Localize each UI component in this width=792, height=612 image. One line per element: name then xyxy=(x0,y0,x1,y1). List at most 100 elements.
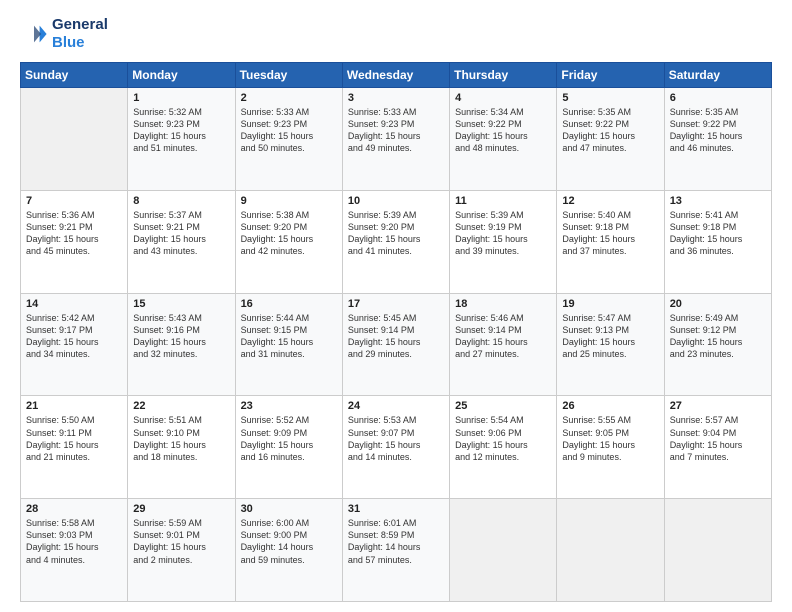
day-number: 19 xyxy=(562,298,658,310)
cell-content: Sunrise: 5:57 AM Sunset: 9:04 PM Dayligh… xyxy=(670,414,766,463)
calendar-cell xyxy=(450,499,557,602)
day-number: 11 xyxy=(455,195,551,207)
cell-content: Sunrise: 5:52 AM Sunset: 9:09 PM Dayligh… xyxy=(241,414,337,463)
day-number: 9 xyxy=(241,195,337,207)
calendar-cell: 7Sunrise: 5:36 AM Sunset: 9:21 PM Daylig… xyxy=(21,190,128,293)
day-number: 13 xyxy=(670,195,766,207)
calendar-week-row: 1 Sunrise: 5:32 AM Sunset: 9:23 PM Daylig… xyxy=(21,88,772,191)
calendar-cell xyxy=(664,499,771,602)
day-number: 1 xyxy=(133,92,229,104)
logo-text: General Blue xyxy=(52,16,108,52)
cell-content: Sunrise: 5:38 AM Sunset: 9:20 PM Dayligh… xyxy=(241,209,337,258)
day-of-week-header: Friday xyxy=(557,63,664,88)
cell-content: Sunrise: 5:44 AM Sunset: 9:15 PM Dayligh… xyxy=(241,312,337,361)
calendar-cell: 8Sunrise: 5:37 AM Sunset: 9:21 PM Daylig… xyxy=(128,190,235,293)
day-number: 14 xyxy=(26,298,122,310)
day-of-week-header: Tuesday xyxy=(235,63,342,88)
calendar-week-row: 21Sunrise: 5:50 AM Sunset: 9:11 PM Dayli… xyxy=(21,396,772,499)
day-number: 6 xyxy=(670,92,766,104)
cell-content: Sunrise: 5:54 AM Sunset: 9:06 PM Dayligh… xyxy=(455,414,551,463)
cell-content: Sunrise: 5:35 AM Sunset: 9:22 PM Dayligh… xyxy=(670,106,766,155)
cell-content: Sunrise: 5:53 AM Sunset: 9:07 PM Dayligh… xyxy=(348,414,444,463)
calendar-cell: 24 Sunrise: 5:53 AM Sunset: 9:07 PM Dayli… xyxy=(342,396,449,499)
calendar-week-row: 28 Sunrise: 5:58 AM Sunset: 9:03 PM Dayli… xyxy=(21,499,772,602)
header: General Blue xyxy=(20,16,772,52)
calendar-cell: 22 Sunrise: 5:51 AM Sunset: 9:10 PM Dayli… xyxy=(128,396,235,499)
cell-content: Sunrise: 5:34 AM Sunset: 9:22 PM Dayligh… xyxy=(455,106,551,155)
day-number: 30 xyxy=(241,503,337,515)
day-number: 15 xyxy=(133,298,229,310)
cell-content: Sunrise: 5:41 AM Sunset: 9:18 PM Dayligh… xyxy=(670,209,766,258)
day-number: 24 xyxy=(348,400,444,412)
day-number: 8 xyxy=(133,195,229,207)
calendar-cell: 3 Sunrise: 5:33 AM Sunset: 9:23 PM Daylig… xyxy=(342,88,449,191)
calendar-table: SundayMondayTuesdayWednesdayThursdayFrid… xyxy=(20,62,772,602)
day-number: 10 xyxy=(348,195,444,207)
day-number: 31 xyxy=(348,503,444,515)
calendar-cell: 26Sunrise: 5:55 AM Sunset: 9:05 PM Dayli… xyxy=(557,396,664,499)
calendar-cell xyxy=(21,88,128,191)
day-number: 18 xyxy=(455,298,551,310)
page: General Blue SundayMondayTuesdayWednesda… xyxy=(0,0,792,612)
cell-content: Sunrise: 5:43 AM Sunset: 9:16 PM Dayligh… xyxy=(133,312,229,361)
day-number: 27 xyxy=(670,400,766,412)
calendar-cell xyxy=(557,499,664,602)
cell-content: Sunrise: 6:00 AM Sunset: 9:00 PM Dayligh… xyxy=(241,517,337,566)
calendar-cell: 2Sunrise: 5:33 AM Sunset: 9:23 PM Daylig… xyxy=(235,88,342,191)
logo-icon xyxy=(20,20,48,48)
day-of-week-header: Monday xyxy=(128,63,235,88)
cell-content: Sunrise: 6:01 AM Sunset: 8:59 PM Dayligh… xyxy=(348,517,444,566)
calendar-cell: 13 Sunrise: 5:41 AM Sunset: 9:18 PM Dayli… xyxy=(664,190,771,293)
calendar-week-row: 7Sunrise: 5:36 AM Sunset: 9:21 PM Daylig… xyxy=(21,190,772,293)
calendar-cell: 14 Sunrise: 5:42 AM Sunset: 9:17 PM Dayli… xyxy=(21,293,128,396)
day-number: 3 xyxy=(348,92,444,104)
cell-content: Sunrise: 5:49 AM Sunset: 9:12 PM Dayligh… xyxy=(670,312,766,361)
cell-content: Sunrise: 5:33 AM Sunset: 9:23 PM Dayligh… xyxy=(241,106,337,155)
day-number: 20 xyxy=(670,298,766,310)
cell-content: Sunrise: 5:39 AM Sunset: 9:19 PM Dayligh… xyxy=(455,209,551,258)
day-number: 5 xyxy=(562,92,658,104)
day-number: 25 xyxy=(455,400,551,412)
day-number: 7 xyxy=(26,195,122,207)
calendar-cell: 30 Sunrise: 6:00 AM Sunset: 9:00 PM Dayli… xyxy=(235,499,342,602)
calendar-cell: 11 Sunrise: 5:39 AM Sunset: 9:19 PM Dayli… xyxy=(450,190,557,293)
calendar-cell: 10Sunrise: 5:39 AM Sunset: 9:20 PM Dayli… xyxy=(342,190,449,293)
calendar-week-row: 14 Sunrise: 5:42 AM Sunset: 9:17 PM Dayli… xyxy=(21,293,772,396)
day-number: 12 xyxy=(562,195,658,207)
calendar-cell: 1 Sunrise: 5:32 AM Sunset: 9:23 PM Daylig… xyxy=(128,88,235,191)
cell-content: Sunrise: 5:40 AM Sunset: 9:18 PM Dayligh… xyxy=(562,209,658,258)
day-of-week-header: Thursday xyxy=(450,63,557,88)
calendar-cell: 17 Sunrise: 5:45 AM Sunset: 9:14 PM Dayli… xyxy=(342,293,449,396)
cell-content: Sunrise: 5:42 AM Sunset: 9:17 PM Dayligh… xyxy=(26,312,122,361)
calendar-cell: 31 Sunrise: 6:01 AM Sunset: 8:59 PM Dayli… xyxy=(342,499,449,602)
calendar-cell: 21Sunrise: 5:50 AM Sunset: 9:11 PM Dayli… xyxy=(21,396,128,499)
calendar-cell: 16Sunrise: 5:44 AM Sunset: 9:15 PM Dayli… xyxy=(235,293,342,396)
day-number: 28 xyxy=(26,503,122,515)
calendar-cell: 28 Sunrise: 5:58 AM Sunset: 9:03 PM Dayli… xyxy=(21,499,128,602)
calendar-cell: 15 Sunrise: 5:43 AM Sunset: 9:16 PM Dayli… xyxy=(128,293,235,396)
calendar-header-row: SundayMondayTuesdayWednesdayThursdayFrid… xyxy=(21,63,772,88)
calendar-cell: 23 Sunrise: 5:52 AM Sunset: 9:09 PM Dayli… xyxy=(235,396,342,499)
cell-content: Sunrise: 5:51 AM Sunset: 9:10 PM Dayligh… xyxy=(133,414,229,463)
cell-content: Sunrise: 5:32 AM Sunset: 9:23 PM Dayligh… xyxy=(133,106,229,155)
day-number: 22 xyxy=(133,400,229,412)
cell-content: Sunrise: 5:55 AM Sunset: 9:05 PM Dayligh… xyxy=(562,414,658,463)
cell-content: Sunrise: 5:45 AM Sunset: 9:14 PM Dayligh… xyxy=(348,312,444,361)
cell-content: Sunrise: 5:33 AM Sunset: 9:23 PM Dayligh… xyxy=(348,106,444,155)
calendar-cell: 25 Sunrise: 5:54 AM Sunset: 9:06 PM Dayli… xyxy=(450,396,557,499)
cell-content: Sunrise: 5:46 AM Sunset: 9:14 PM Dayligh… xyxy=(455,312,551,361)
day-number: 4 xyxy=(455,92,551,104)
cell-content: Sunrise: 5:50 AM Sunset: 9:11 PM Dayligh… xyxy=(26,414,122,463)
logo: General Blue xyxy=(20,16,108,52)
day-of-week-header: Wednesday xyxy=(342,63,449,88)
calendar-cell: 5Sunrise: 5:35 AM Sunset: 9:22 PM Daylig… xyxy=(557,88,664,191)
calendar-cell: 29 Sunrise: 5:59 AM Sunset: 9:01 PM Dayli… xyxy=(128,499,235,602)
day-number: 29 xyxy=(133,503,229,515)
day-number: 23 xyxy=(241,400,337,412)
day-of-week-header: Saturday xyxy=(664,63,771,88)
calendar-cell: 12 Sunrise: 5:40 AM Sunset: 9:18 PM Dayli… xyxy=(557,190,664,293)
calendar-cell: 20 Sunrise: 5:49 AM Sunset: 9:12 PM Dayli… xyxy=(664,293,771,396)
day-number: 17 xyxy=(348,298,444,310)
cell-content: Sunrise: 5:58 AM Sunset: 9:03 PM Dayligh… xyxy=(26,517,122,566)
cell-content: Sunrise: 5:59 AM Sunset: 9:01 PM Dayligh… xyxy=(133,517,229,566)
